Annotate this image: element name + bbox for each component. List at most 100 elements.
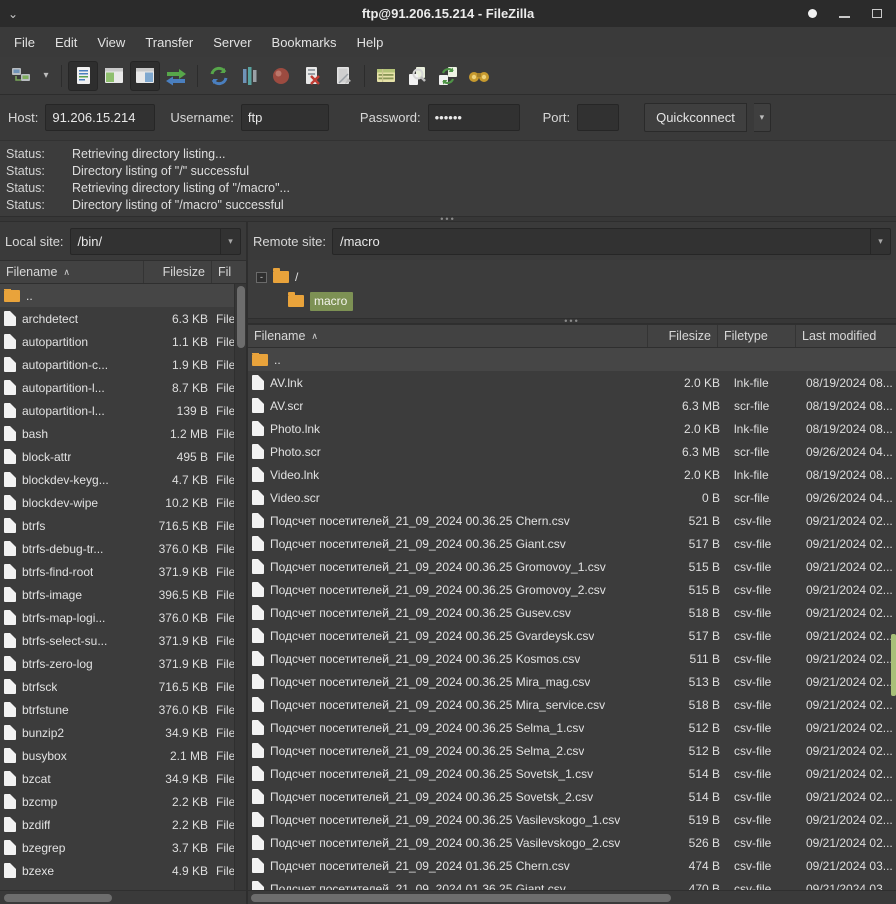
local-col-filename[interactable]: Filename ∧ <box>0 261 144 283</box>
local-col-filesize[interactable]: Filesize <box>144 261 212 283</box>
local-vscroll-thumb[interactable] <box>237 286 245 348</box>
quickconnect-button[interactable]: Quickconnect <box>644 103 747 132</box>
remote-horizontal-scrollbar[interactable] <box>248 890 896 904</box>
table-row[interactable]: Подсчет посетителей_21_09_2024 00.36.25 … <box>248 555 896 578</box>
tree-collapse-icon[interactable]: - <box>256 272 267 283</box>
table-row[interactable]: blockdev-wipe 10.2 KB File <box>0 491 246 514</box>
password-input[interactable] <box>428 104 520 131</box>
local-col-filetype[interactable]: Fil <box>212 261 246 283</box>
menu-file[interactable]: File <box>4 31 45 54</box>
cancel-button[interactable] <box>266 61 296 91</box>
table-row[interactable]: bash 1.2 MB File <box>0 422 246 445</box>
table-row[interactable]: Подсчет посетителей_21_09_2024 00.36.25 … <box>248 532 896 555</box>
table-row[interactable]: Подсчет посетителей_21_09_2024 00.36.25 … <box>248 739 896 762</box>
menu-help[interactable]: Help <box>347 31 394 54</box>
table-row[interactable]: Подсчет посетителей_21_09_2024 01.36.25 … <box>248 877 896 890</box>
table-row[interactable]: block-attr 495 B File <box>0 445 246 468</box>
table-row[interactable]: autopartition 1.1 KB File <box>0 330 246 353</box>
host-input[interactable] <box>45 104 155 131</box>
remote-col-filename[interactable]: Filename ∧ <box>248 325 648 347</box>
directory-listing-filters-button[interactable] <box>371 61 401 91</box>
table-row[interactable]: btrfs-image 396.5 KB File <box>0 583 246 606</box>
message-log-toggle-button[interactable] <box>68 61 98 91</box>
local-site-combo[interactable]: /bin/ ▾ <box>70 228 241 255</box>
table-row[interactable]: busybox 2.1 MB File <box>0 744 246 767</box>
table-row[interactable]: bzcmp 2.2 KB File <box>0 790 246 813</box>
table-row[interactable]: bzcat 34.9 KB File <box>0 767 246 790</box>
table-row[interactable]: Подсчет посетителей_21_09_2024 00.36.25 … <box>248 808 896 831</box>
menu-server[interactable]: Server <box>203 31 261 54</box>
table-row[interactable]: btrfstune 376.0 KB File <box>0 698 246 721</box>
table-row[interactable]: bzdiff 2.2 KB File <box>0 813 246 836</box>
table-row[interactable]: autopartition-l... 8.7 KB File <box>0 376 246 399</box>
local-vertical-scrollbar[interactable] <box>234 284 246 890</box>
remote-col-filetype[interactable]: Filetype <box>718 325 796 347</box>
table-row[interactable]: archdetect 6.3 KB File <box>0 307 246 330</box>
port-input[interactable] <box>577 104 619 131</box>
table-row[interactable]: Подсчет посетителей_21_09_2024 00.36.25 … <box>248 716 896 739</box>
table-row[interactable]: Photo.scr 6.3 MB scr-file 09/26/2024 04.… <box>248 440 896 463</box>
local-tree-toggle-button[interactable] <box>99 61 129 91</box>
process-queue-button[interactable] <box>235 61 265 91</box>
table-row[interactable]: .. <box>0 284 246 307</box>
maximize-button[interactable] <box>872 9 882 18</box>
table-row[interactable]: btrfs-select-su... 371.9 KB File <box>0 629 246 652</box>
quickconnect-dropdown[interactable]: ▾ <box>754 103 771 132</box>
table-row[interactable]: Подсчет посетителей_21_09_2024 00.36.25 … <box>248 831 896 854</box>
refresh-button[interactable] <box>204 61 234 91</box>
table-row[interactable]: Подсчет посетителей_21_09_2024 00.36.25 … <box>248 578 896 601</box>
table-row[interactable]: AV.scr 6.3 MB scr-file 08/19/2024 08... <box>248 394 896 417</box>
table-row[interactable]: autopartition-c... 1.9 KB File <box>0 353 246 376</box>
table-row[interactable]: autopartition-l... 139 B File <box>0 399 246 422</box>
menu-edit[interactable]: Edit <box>45 31 87 54</box>
local-file-list[interactable]: .. archdetect 6.3 KB File autopartition … <box>0 284 246 890</box>
table-row[interactable]: Video.lnk 2.0 KB lnk-file 08/19/2024 08.… <box>248 463 896 486</box>
table-row[interactable]: bunzip2 34.9 KB File <box>0 721 246 744</box>
remote-file-list[interactable]: .. AV.lnk 2.0 KB lnk-file 08/19/2024 08.… <box>248 348 896 890</box>
site-manager-dropdown[interactable]: ▾ <box>37 61 55 91</box>
table-row[interactable]: btrfs-map-logi... 376.0 KB File <box>0 606 246 629</box>
local-hscroll-thumb[interactable] <box>4 894 112 902</box>
table-row[interactable]: .. <box>248 348 896 371</box>
menu-transfer[interactable]: Transfer <box>135 31 203 54</box>
site-manager-button[interactable] <box>6 61 36 91</box>
remote-tree-toggle-button[interactable] <box>130 61 160 91</box>
username-input[interactable] <box>241 104 329 131</box>
remote-hscroll-thumb[interactable] <box>251 894 671 902</box>
find-files-button[interactable] <box>464 61 494 91</box>
table-row[interactable]: Photo.lnk 2.0 KB lnk-file 08/19/2024 08.… <box>248 417 896 440</box>
table-row[interactable]: AV.lnk 2.0 KB lnk-file 08/19/2024 08... <box>248 371 896 394</box>
table-row[interactable]: Подсчет посетителей_21_09_2024 00.36.25 … <box>248 670 896 693</box>
minimize-button[interactable] <box>839 16 850 18</box>
remote-col-filesize[interactable]: Filesize <box>648 325 718 347</box>
tree-item-root[interactable]: - / <box>248 265 896 289</box>
message-log[interactable]: Status:Retrieving directory listing...St… <box>0 140 896 216</box>
table-row[interactable]: btrfs-zero-log 371.9 KB File <box>0 652 246 675</box>
table-row[interactable]: btrfs 716.5 KB File <box>0 514 246 537</box>
table-row[interactable]: blockdev-keyg... 4.7 KB File <box>0 468 246 491</box>
table-row[interactable]: bzegrep 3.7 KB File <box>0 836 246 859</box>
table-row[interactable]: Подсчет посетителей_21_09_2024 00.36.25 … <box>248 647 896 670</box>
table-row[interactable]: bzexe 4.9 KB File <box>0 859 246 882</box>
table-row[interactable]: Video.scr 0 B scr-file 09/26/2024 04... <box>248 486 896 509</box>
table-row[interactable]: Подсчет посетителей_21_09_2024 01.36.25 … <box>248 854 896 877</box>
window-dot-icon[interactable] <box>808 9 817 18</box>
remote-directory-tree[interactable]: - / macro <box>248 260 896 318</box>
remote-col-lastmodified[interactable]: Last modified <box>796 325 896 347</box>
titlebar[interactable]: ⌄ ftp@91.206.15.214 - FileZilla <box>0 0 896 27</box>
table-row[interactable]: btrfs-debug-tr... 376.0 KB File <box>0 537 246 560</box>
disconnect-button[interactable] <box>297 61 327 91</box>
window-menu-chevron-icon[interactable]: ⌄ <box>0 7 26 21</box>
compare-files-button[interactable] <box>402 61 432 91</box>
table-row[interactable]: Подсчет посетителей_21_09_2024 00.36.25 … <box>248 693 896 716</box>
remote-vscroll-thumb[interactable] <box>891 634 896 696</box>
table-row[interactable]: btrfsck 716.5 KB File <box>0 675 246 698</box>
table-row[interactable]: Подсчет посетителей_21_09_2024 00.36.25 … <box>248 509 896 532</box>
tree-item-macro[interactable]: macro <box>248 289 896 313</box>
local-horizontal-scrollbar[interactable] <box>0 890 246 904</box>
reconnect-button[interactable] <box>328 61 358 91</box>
remote-site-combo[interactable]: /macro ▾ <box>332 228 891 255</box>
table-row[interactable]: Подсчет посетителей_21_09_2024 00.36.25 … <box>248 601 896 624</box>
table-row[interactable]: Подсчет посетителей_21_09_2024 00.36.25 … <box>248 762 896 785</box>
table-row[interactable]: Подсчет посетителей_21_09_2024 00.36.25 … <box>248 785 896 808</box>
